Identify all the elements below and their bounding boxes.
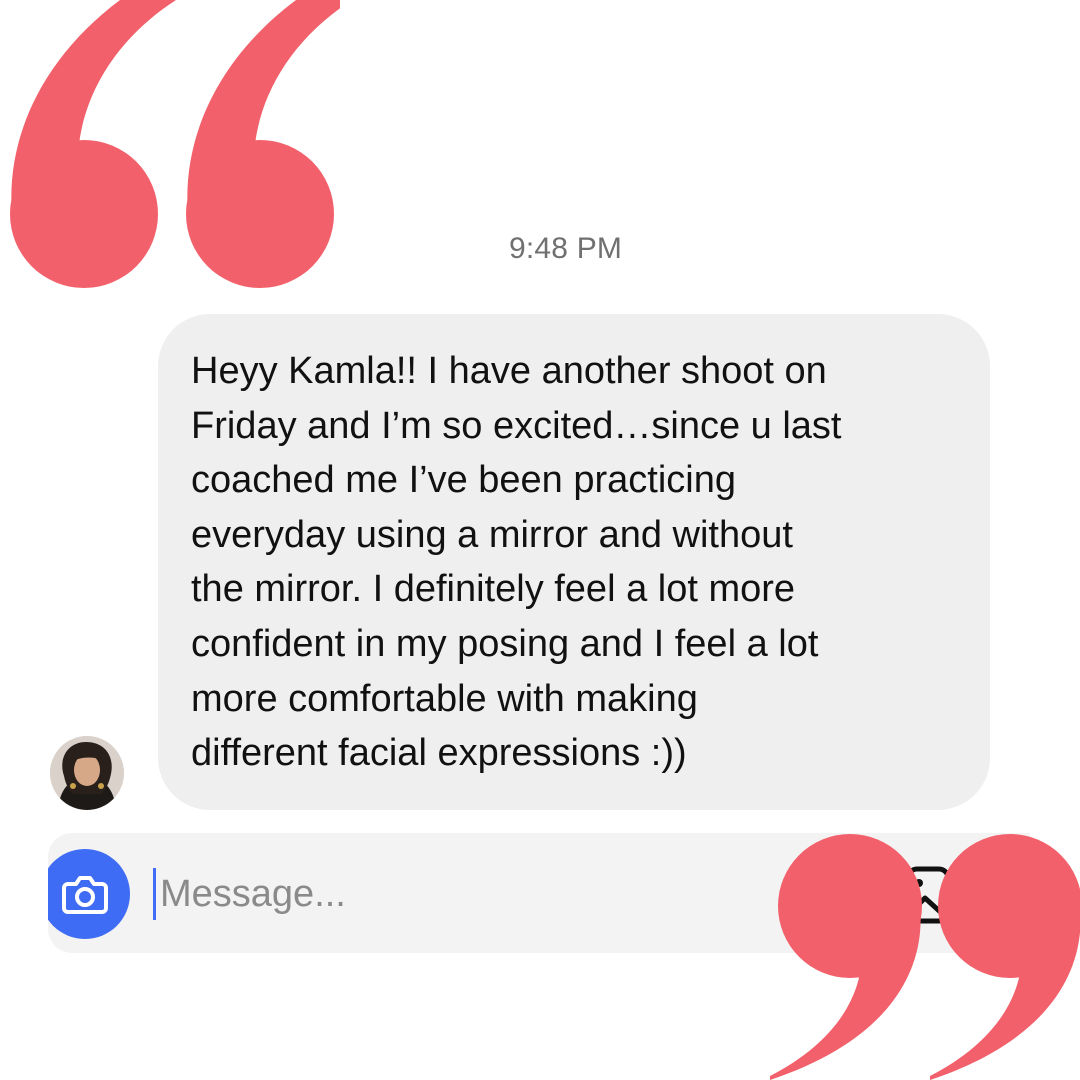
message-bubble[interactable]: Heyy Kamla!! I have another shoot on Fri… [158,314,990,810]
message-input[interactable] [160,864,720,924]
camera-icon [62,876,108,914]
avatar-photo-icon [50,736,124,810]
gallery-icon[interactable] [905,866,951,924]
camera-button[interactable] [48,849,132,939]
quote-open-icon [10,0,340,288]
camera-button-bg [48,849,130,939]
message-timestamp: 9:48 PM [509,232,623,265]
message-text: Heyy Kamla!! I have another shoot on Fri… [191,350,842,775]
dm-screenshot: 9:48 PM Heyy Kamla!! I have another shoo… [0,0,1080,1080]
sender-avatar[interactable] [50,736,124,810]
text-caret [153,868,156,920]
